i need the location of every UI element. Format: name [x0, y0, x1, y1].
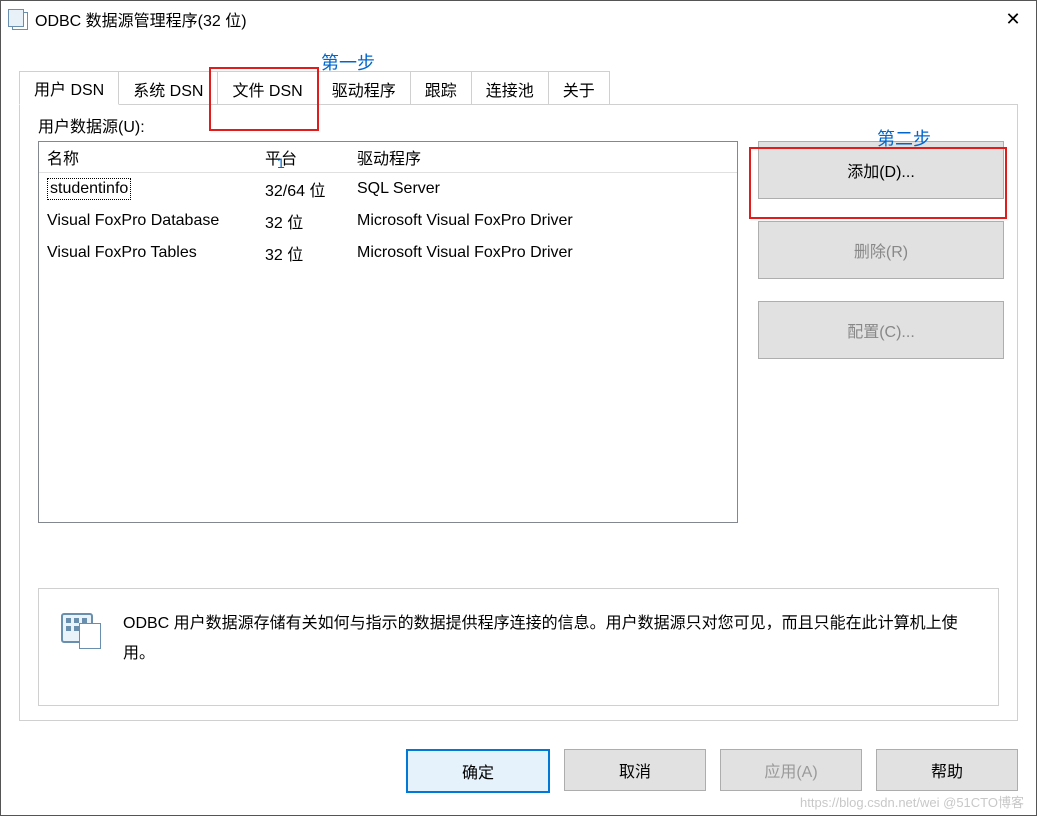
tab-body: 用户数据源(U): 名称 平台 驱动程序 studentinfo 32/64 位… [19, 104, 1018, 721]
tab-file-dsn[interactable]: 文件 DSN [217, 71, 317, 105]
row-platform: 32/64 位 [265, 177, 357, 201]
row-driver: Microsoft Visual FoxPro Driver [357, 244, 737, 262]
row-name: Visual FoxPro Database [47, 212, 265, 230]
row-driver: SQL Server [357, 180, 737, 198]
list-row[interactable]: studentinfo 32/64 位 SQL Server [39, 173, 737, 205]
col-header-driver[interactable]: 驱动程序 [357, 145, 737, 169]
tab-about[interactable]: 关于 [548, 71, 610, 105]
row-platform: 32 位 [265, 209, 357, 233]
row-driver: Microsoft Visual FoxPro Driver [357, 212, 737, 230]
ok-button[interactable]: 确定 [406, 749, 550, 793]
watermark: https://blog.csdn.net/wei @51CTO博客 [800, 792, 1024, 811]
client-area: 用户 DSN 系统 DSN 文件 DSN 驱动程序 跟踪 连接池 关于 用户数据… [1, 37, 1036, 815]
row-platform: 32 位 [265, 241, 357, 265]
datasource-label: 用户数据源(U): [38, 113, 145, 137]
row-name: studentinfo [47, 178, 131, 200]
tab-tracing[interactable]: 跟踪 [410, 71, 472, 105]
list-header: 名称 平台 驱动程序 [39, 142, 737, 173]
app-icon [7, 9, 27, 29]
info-text: ODBC 用户数据源存储有关如何与指示的数据提供程序连接的信息。用户数据源只对您… [123, 609, 976, 669]
col-header-platform[interactable]: 平台 [265, 145, 357, 169]
side-buttons: 添加(D)... 删除(R) 配置(C)... [758, 141, 1004, 359]
titlebar: ODBC 数据源管理程序(32 位) ✕ [1, 1, 1036, 38]
tab-drivers[interactable]: 驱动程序 [317, 71, 411, 105]
tab-strip: 用户 DSN 系统 DSN 文件 DSN 驱动程序 跟踪 连接池 关于 [19, 71, 609, 105]
list-row[interactable]: Visual FoxPro Tables 32 位 Microsoft Visu… [39, 237, 737, 269]
list-row[interactable]: Visual FoxPro Database 32 位 Microsoft Vi… [39, 205, 737, 237]
help-button[interactable]: 帮助 [876, 749, 1018, 791]
col-header-name[interactable]: 名称 [47, 145, 265, 169]
info-icon [61, 609, 101, 649]
dialog-buttons: 确定 取消 应用(A) 帮助 [406, 749, 1018, 793]
configure-button[interactable]: 配置(C)... [758, 301, 1004, 359]
window-title: ODBC 数据源管理程序(32 位) [35, 7, 247, 31]
info-panel: ODBC 用户数据源存储有关如何与指示的数据提供程序连接的信息。用户数据源只对您… [38, 588, 999, 706]
apply-button[interactable]: 应用(A) [720, 749, 862, 791]
odbc-window: ODBC 数据源管理程序(32 位) ✕ 用户 DSN 系统 DSN 文件 DS… [0, 0, 1037, 816]
tab-pooling[interactable]: 连接池 [471, 71, 549, 105]
close-button[interactable]: ✕ [990, 1, 1036, 37]
remove-button[interactable]: 删除(R) [758, 221, 1004, 279]
datasource-list[interactable]: 名称 平台 驱动程序 studentinfo 32/64 位 SQL Serve… [38, 141, 738, 523]
cancel-button[interactable]: 取消 [564, 749, 706, 791]
tab-system-dsn[interactable]: 系统 DSN [118, 71, 218, 105]
add-button[interactable]: 添加(D)... [758, 141, 1004, 199]
tab-user-dsn[interactable]: 用户 DSN [19, 71, 119, 105]
row-name: Visual FoxPro Tables [47, 244, 265, 262]
